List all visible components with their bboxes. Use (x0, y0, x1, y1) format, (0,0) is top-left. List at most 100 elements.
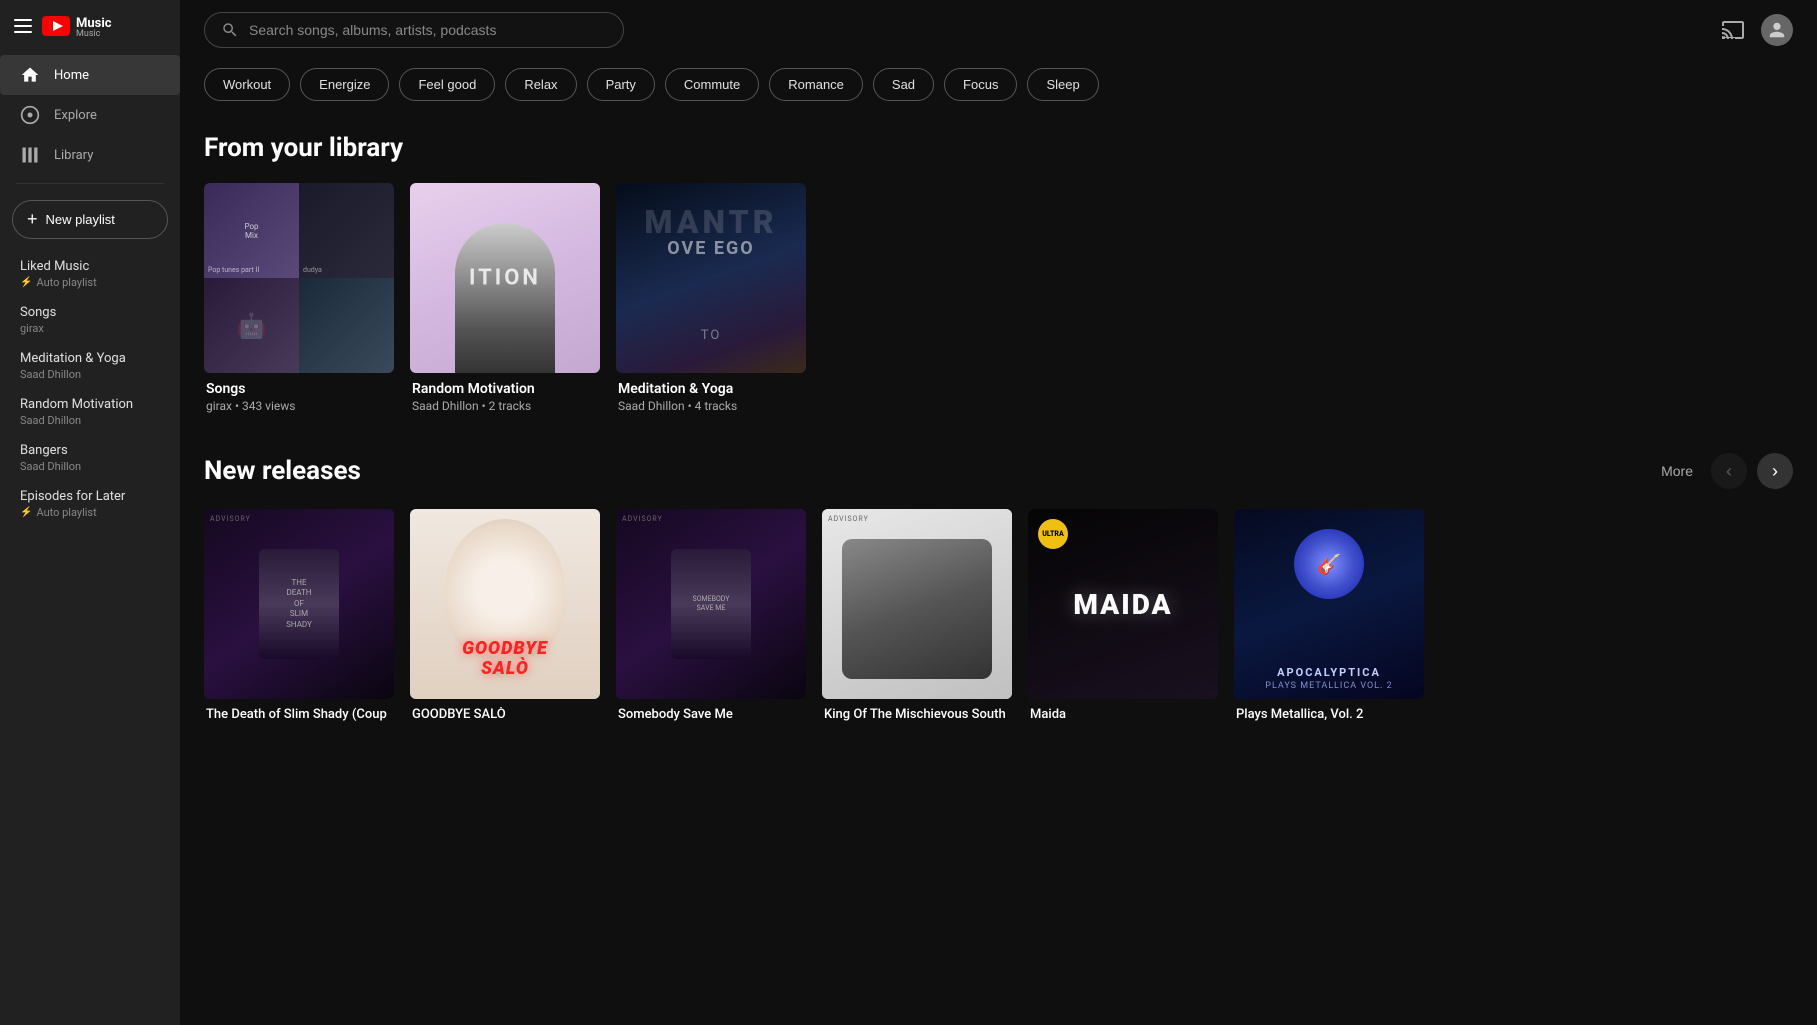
from-library-section: From your library PopMix Pop tunes part … (180, 117, 1817, 437)
metallica-info: Plays Metallica, Vol. 2 (1234, 699, 1424, 730)
sidebar-item-explore[interactable]: Explore (0, 95, 180, 135)
songs-sub: girax (20, 322, 160, 335)
release-card-maida[interactable]: ULTRA MAIDA Maida (1028, 509, 1218, 730)
search-icon (221, 21, 239, 39)
goodbye-salo-title: GOODBYE SALÒ (412, 707, 598, 722)
maida-title: Maida (1030, 707, 1216, 722)
library-item-random-motivation[interactable]: Random Motivation Saad Dhillon (0, 389, 180, 435)
sidebar-item-home-label: Home (54, 68, 89, 83)
mood-chip-commute[interactable]: Commute (665, 68, 759, 101)
random-motivation-title: Random Motivation (20, 397, 160, 412)
mood-chip-party[interactable]: Party (587, 68, 655, 101)
new-playlist-button[interactable]: + New playlist (12, 200, 168, 239)
new-releases-title: New releases (204, 456, 361, 486)
episodes-title: Episodes for Later (20, 489, 160, 504)
from-library-header: From your library (204, 133, 1793, 163)
maida-thumb: ULTRA MAIDA (1028, 509, 1218, 699)
mood-chip-sad[interactable]: Sad (873, 68, 934, 101)
card-meditation[interactable]: MANTR OVE EGO TO Meditation & Yoga Saad … (616, 183, 806, 421)
new-releases-prev-button[interactable]: ‹ (1711, 453, 1747, 489)
ultra-badge: ULTRA (1038, 519, 1068, 549)
slim-shady-thumb: ADVISORY THEDEATHOFSLIMSHADY (204, 509, 394, 699)
meditation-thumb: MANTR OVE EGO TO (616, 183, 806, 373)
from-library-cards: PopMix Pop tunes part II dudya 🤖 Songs g… (204, 183, 1793, 421)
songs-card-info: Songs girax • 343 views (204, 373, 394, 421)
hamburger-menu-button[interactable] (14, 19, 32, 33)
release-card-somebody-save-me[interactable]: ADVISORY SOMEBODYSAVE ME Somebody Save M… (616, 509, 806, 730)
goodbye-salo-info: GOODBYE SALÒ (410, 699, 600, 730)
slim-shady-title: The Death of Slim Shady (Coup (206, 707, 392, 722)
search-container[interactable] (204, 12, 624, 48)
somebody-save-me-info: Somebody Save Me (616, 699, 806, 730)
sidebar-item-explore-label: Explore (54, 108, 97, 123)
user-avatar[interactable] (1761, 14, 1793, 46)
new-releases-header: New releases More ‹ › (204, 453, 1793, 489)
sidebar-divider (16, 183, 164, 184)
metallica-title: Plays Metallica, Vol. 2 (1236, 707, 1422, 722)
somebody-save-me-thumb: ADVISORY SOMEBODYSAVE ME (616, 509, 806, 699)
library-item-meditation[interactable]: Meditation & Yoga Saad Dhillon (0, 343, 180, 389)
topbar (180, 0, 1817, 60)
new-releases-section: New releases More ‹ › ADVISORY THEDEATHO… (180, 437, 1817, 746)
liked-music-sub: ⚡ Auto playlist (20, 276, 160, 289)
card-songs[interactable]: PopMix Pop tunes part II dudya 🤖 Songs g… (204, 183, 394, 421)
songs-title: Songs (20, 305, 160, 320)
metallica-thumb: 🎸 APOCALYPTICA PLAYS METALLICA VOL. 2 (1234, 509, 1424, 699)
nav-list: Home Explore Library (0, 55, 180, 175)
random-motivation-card-subtitle: Saad Dhillon • 2 tracks (412, 399, 598, 413)
sidebar: Music Music Home Explore Library + Ne (0, 0, 180, 1025)
meditation-card-subtitle: Saad Dhillon • 4 tracks (618, 399, 804, 413)
release-card-king[interactable]: ADVISORY King Of The Mischievous South (822, 509, 1012, 730)
random-motivation-card-title: Random Motivation (412, 381, 598, 397)
maida-info: Maida (1028, 699, 1218, 730)
release-card-metallica[interactable]: 🎸 APOCALYPTICA PLAYS METALLICA VOL. 2 Pl… (1234, 509, 1424, 730)
mood-chip-sleep[interactable]: Sleep (1027, 68, 1098, 101)
meditation-card-info: Meditation & Yoga Saad Dhillon • 4 track… (616, 373, 806, 421)
app-logo[interactable]: Music Music (42, 12, 112, 39)
from-library-title: From your library (204, 133, 403, 163)
songs-card-title: Songs (206, 381, 392, 397)
release-card-slim-shady[interactable]: ADVISORY THEDEATHOFSLIMSHADY The Death o… (204, 509, 394, 730)
library-item-bangers[interactable]: Bangers Saad Dhillon (0, 435, 180, 481)
mood-chips-container: Workout Energize Feel good Relax Party C… (180, 60, 1817, 117)
new-releases-next-button[interactable]: › (1757, 453, 1793, 489)
episodes-sub: ⚡ Auto playlist (20, 506, 160, 519)
youtube-logo-icon (42, 16, 70, 36)
mood-chip-romance[interactable]: Romance (769, 68, 863, 101)
mood-chip-focus[interactable]: Focus (944, 68, 1017, 101)
cast-icon[interactable] (1721, 18, 1745, 42)
app-title: Music Music (76, 12, 112, 39)
library-list: Liked Music ⚡ Auto playlist Songs girax … (0, 247, 180, 531)
mood-chip-workout[interactable]: Workout (204, 68, 290, 101)
meditation-sub: Saad Dhillon (20, 368, 160, 381)
search-input[interactable] (249, 22, 607, 38)
release-card-goodbye-salo[interactable]: GOODBYESALÒ GOODBYE SALÒ (410, 509, 600, 730)
sidebar-logo-area: Music Music (0, 0, 180, 51)
new-releases-controls: More ‹ › (1653, 453, 1793, 489)
new-releases-more-button[interactable]: More (1653, 459, 1701, 483)
random-motivation-sub: Saad Dhillon (20, 414, 160, 427)
library-item-songs[interactable]: Songs girax (0, 297, 180, 343)
sidebar-item-home[interactable]: Home (0, 55, 180, 95)
mood-chip-relax[interactable]: Relax (505, 68, 576, 101)
card-random-motivation[interactable]: ITION Random Motivation Saad Dhillon • 2… (410, 183, 600, 421)
main-content: Workout Energize Feel good Relax Party C… (180, 0, 1817, 1025)
bangers-sub: Saad Dhillon (20, 460, 160, 473)
bangers-title: Bangers (20, 443, 160, 458)
mood-chip-feel-good[interactable]: Feel good (399, 68, 495, 101)
king-title: King Of The Mischievous South (824, 707, 1010, 722)
random-motivation-card-info: Random Motivation Saad Dhillon • 2 track… (410, 373, 600, 421)
king-thumb: ADVISORY (822, 509, 1012, 699)
goodbye-salo-thumb: GOODBYESALÒ (410, 509, 600, 699)
mood-chip-energize[interactable]: Energize (300, 68, 389, 101)
plus-icon: + (27, 209, 38, 230)
liked-music-title: Liked Music (20, 259, 160, 274)
library-item-episodes-for-later[interactable]: Episodes for Later ⚡ Auto playlist (0, 481, 180, 527)
topbar-right (1721, 14, 1793, 46)
songs-thumb: PopMix Pop tunes part II dudya 🤖 (204, 183, 394, 373)
songs-card-subtitle: girax • 343 views (206, 399, 392, 413)
library-item-liked-music[interactable]: Liked Music ⚡ Auto playlist (0, 251, 180, 297)
sidebar-item-library[interactable]: Library (0, 135, 180, 175)
meditation-card-title: Meditation & Yoga (618, 381, 804, 397)
king-info: King Of The Mischievous South (822, 699, 1012, 730)
